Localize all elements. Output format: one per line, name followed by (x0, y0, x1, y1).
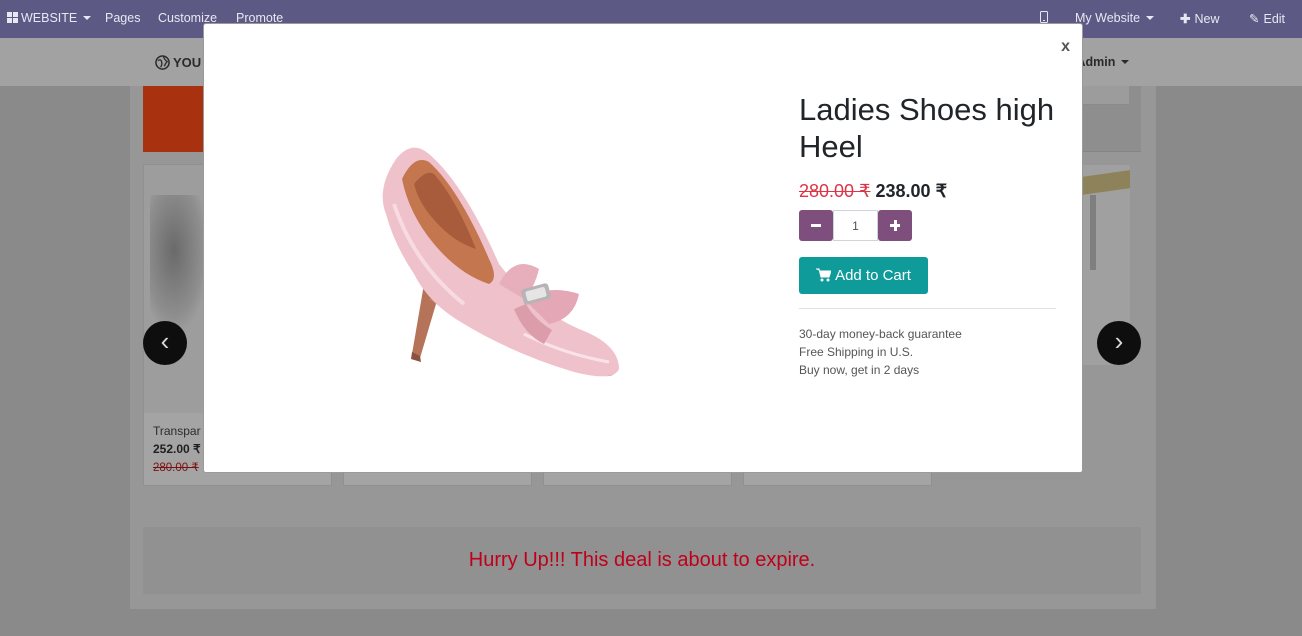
new-button[interactable]: ✚ New (1180, 11, 1220, 26)
product-shoe-image (150, 195, 210, 335)
edit-button[interactable]: ✎ Edit (1249, 11, 1285, 26)
plus-icon: ✚ (1180, 12, 1191, 26)
divider (799, 308, 1056, 309)
product-name[interactable]: Transpar (153, 424, 201, 438)
table-leg-image (1090, 195, 1096, 270)
my-website-label: My Website (1075, 11, 1141, 25)
current-price: 238.00 ₹ (875, 181, 948, 201)
website-menu-label: WEBSITE (21, 11, 78, 25)
deal-banner: Hurry Up!!! This deal is about to expire… (143, 527, 1141, 594)
dropdown-item (1082, 86, 1129, 105)
product-quick-view-modal: x Ladies Shoes high Heel 280.00 ₹238.00 (203, 23, 1083, 473)
product-price: 252.00 ₹ (153, 442, 201, 456)
product-photo (382, 147, 619, 377)
benefit-item: Free Shipping in U.S. (799, 345, 914, 359)
product-price-line: 280.00 ₹238.00 ₹ (799, 181, 947, 202)
grid-icon (7, 12, 18, 23)
globe-icon (155, 55, 170, 70)
benefits-list: 30-day money-back guarantee Free Shippin… (799, 325, 962, 379)
dropdown-panel (1082, 86, 1141, 152)
new-label: New (1194, 12, 1220, 26)
add-to-cart-button[interactable]: Add to Cart (799, 257, 928, 294)
close-button[interactable]: x (1061, 38, 1070, 56)
quantity-decrease-button[interactable] (799, 210, 833, 241)
add-to-cart-label: Add to Cart (835, 267, 911, 284)
product-old-price: 280.00 ₹ (153, 462, 199, 474)
caret-down-icon (1121, 60, 1130, 64)
plus-icon-vertical (893, 220, 897, 231)
caret-down-icon (1146, 16, 1155, 20)
edit-label: Edit (1263, 12, 1286, 26)
caret-down-icon (83, 16, 92, 20)
quantity-increase-button[interactable] (878, 210, 912, 241)
site-logo[interactable]: YOU (155, 55, 201, 70)
website-menu[interactable]: WEBSITE (7, 11, 92, 25)
minus-icon (811, 224, 821, 227)
shopping-cart-icon (816, 268, 832, 282)
pencil-icon: ✎ (1249, 12, 1260, 26)
benefit-item: Buy now, get in 2 days (799, 363, 920, 377)
quantity-input[interactable] (833, 210, 878, 241)
quantity-stepper (799, 210, 912, 241)
carousel-next-button[interactable]: › (1097, 321, 1141, 365)
pink-shoe-image (382, 147, 619, 377)
carousel-prev-button[interactable]: ‹ (143, 321, 187, 365)
old-price: 280.00 ₹ (799, 181, 871, 201)
site-logo-text: YOU (173, 55, 202, 70)
mobile-icon (1040, 11, 1048, 23)
pages-menu[interactable]: Pages (105, 11, 140, 25)
product-title: Ladies Shoes high Heel (799, 92, 1055, 164)
my-website-menu[interactable]: My Website (1075, 11, 1155, 25)
benefit-item: 30-day money-back guarantee (799, 327, 962, 341)
